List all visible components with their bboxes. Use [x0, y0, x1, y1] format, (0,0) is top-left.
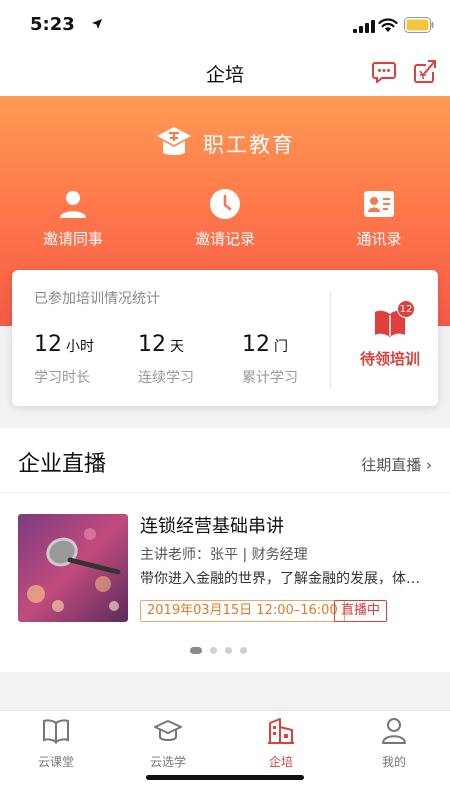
carousel-dot[interactable]: [240, 646, 247, 654]
home-indicator[interactable]: [146, 775, 304, 780]
status-bar: 5:23: [0, 0, 450, 50]
section-title: 企业直播: [18, 452, 107, 477]
course-teacher: 主讲老师：张平 | 财务经理: [140, 547, 308, 563]
battery-icon: [404, 17, 434, 33]
quick-action-label: 邀请记录: [194, 230, 255, 248]
stat-unit: 天: [170, 339, 184, 355]
person-icon: [60, 191, 86, 218]
divider: [330, 292, 331, 388]
quick-action-label: 邀请同事: [42, 230, 103, 248]
course-thumbnail[interactable]: [18, 514, 128, 622]
share-icon[interactable]: [414, 59, 436, 83]
clock-icon: [210, 189, 240, 219]
course-title[interactable]: 连锁经营基础串讲: [140, 512, 284, 538]
course-time-tag: 2019年03月15日 12:00–16:00: [140, 600, 345, 622]
book-icon: [43, 719, 69, 744]
contact-card-icon: [364, 191, 394, 217]
stat-label: 连续学习: [138, 370, 194, 386]
tab-cloud-classroom[interactable]: 云课堂: [6, 717, 106, 770]
location-arrow-icon: [92, 19, 102, 29]
stat-value: 12: [138, 332, 166, 357]
tab-cloud-elective[interactable]: 云选学: [118, 717, 218, 770]
course-description: 带你进入金融的世界，了解金融的发展，体会…: [140, 571, 432, 587]
stat-total-courses: 12 门 累计学习: [242, 332, 342, 387]
stat-label: 学习时长: [34, 370, 90, 386]
invite-record-button[interactable]: 邀请记录: [170, 188, 280, 249]
pending-count-badge: 12: [397, 300, 415, 318]
stats-caption: 已参加培训情况统计: [34, 291, 160, 307]
building-icon: [268, 718, 294, 744]
stat-value: 12: [34, 332, 62, 357]
stat-consecutive-days: 12 天 连续学习: [138, 332, 238, 387]
tab-label: 我的: [381, 755, 406, 769]
brand-name: 职工教育: [203, 133, 295, 157]
graduation-cap-icon: [154, 720, 182, 741]
live-section: 企业直播 往期直播 › 连锁经营基础串讲 主讲老师：张平 | 财务经理 带你进入…: [0, 428, 450, 672]
divider: [0, 492, 450, 493]
tab-label: 企培: [268, 755, 293, 769]
education-logo-icon: [157, 127, 191, 155]
microphone-image: [18, 514, 128, 622]
stat-study-hours: 12 小时 学习时长: [34, 332, 134, 387]
contacts-button[interactable]: 通讯录: [324, 188, 434, 249]
status-time: 5:23: [30, 14, 75, 35]
signal-icon: [353, 20, 375, 33]
tab-label: 云选学: [149, 755, 186, 769]
wifi-icon: [378, 18, 398, 32]
message-icon[interactable]: [372, 61, 396, 83]
user-icon: [382, 718, 406, 744]
brand: 职工教育: [0, 124, 450, 164]
stat-label: 累计学习: [242, 370, 298, 386]
live-status-badge: 直播中: [334, 600, 388, 622]
stat-unit: 门: [274, 339, 288, 355]
carousel-dot[interactable]: [210, 646, 217, 654]
nav-bar: 企培: [0, 50, 450, 96]
carousel-indicator[interactable]: [190, 646, 255, 654]
tab-enterprise-training[interactable]: 企培: [231, 717, 331, 770]
tab-bar: 云课堂 云选学 企培 我的: [0, 710, 450, 800]
past-live-link[interactable]: 往期直播 ›: [361, 454, 432, 475]
stat-value: 12: [242, 332, 270, 357]
pending-training-label: 待领培训: [359, 350, 420, 368]
invite-colleague-button[interactable]: 邀请同事: [18, 188, 128, 249]
training-stats-card: 已参加培训情况统计 12 小时 学习时长 12 天 连续学习 12 门 累计学习 12…: [12, 270, 438, 406]
carousel-dot[interactable]: [225, 646, 232, 654]
pending-training-button[interactable]: 12 待领培训: [342, 300, 438, 369]
stat-unit: 小时: [66, 339, 94, 355]
quick-action-label: 通讯录: [356, 230, 402, 248]
carousel-dot[interactable]: [190, 646, 202, 654]
tab-label: 云课堂: [37, 755, 74, 769]
tab-mine[interactable]: 我的: [344, 717, 444, 770]
pending-icon-wrap: 12: [373, 300, 415, 338]
